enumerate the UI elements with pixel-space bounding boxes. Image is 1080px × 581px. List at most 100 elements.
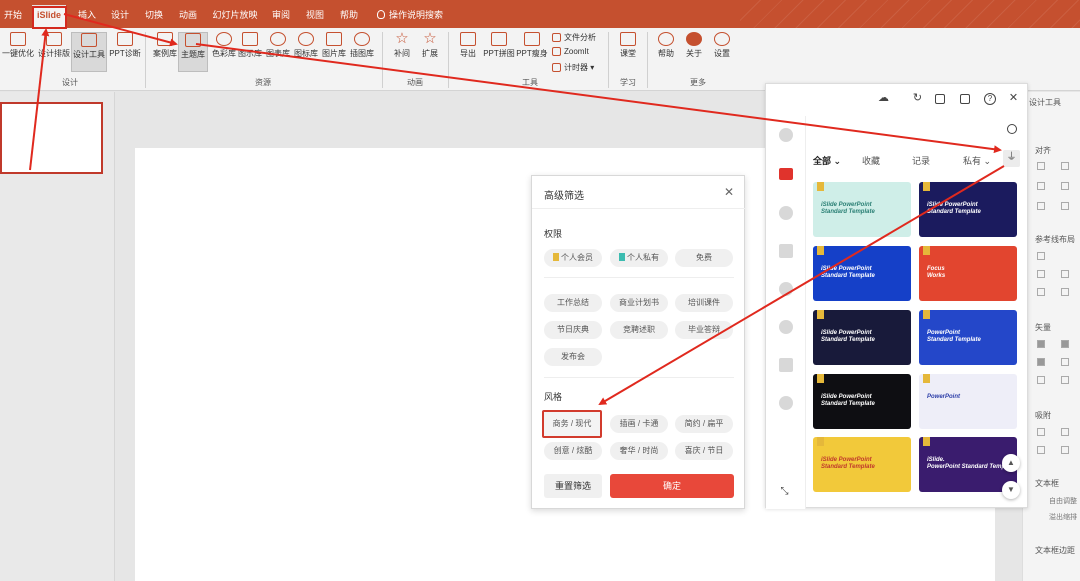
file-analysis-button[interactable]: 文件分析 bbox=[552, 32, 596, 43]
align-top-icon[interactable] bbox=[1037, 182, 1045, 190]
zoomit-button[interactable]: ZoomIt bbox=[552, 47, 589, 56]
nav-chart-icon[interactable] bbox=[779, 282, 793, 296]
distribute-vertical-icon[interactable] bbox=[1061, 202, 1069, 210]
guide-icon[interactable] bbox=[1061, 270, 1069, 278]
theme-card[interactable]: iSlide PowerPoint Standard Template bbox=[813, 182, 911, 237]
chip-free[interactable]: 免费 bbox=[675, 249, 733, 267]
filter-history[interactable]: 记录 bbox=[912, 154, 930, 167]
chip-category[interactable]: 商业计划书 bbox=[610, 294, 668, 312]
ppt-slim-button[interactable]: PPT瘦身 bbox=[514, 32, 550, 72]
tell-me-search[interactable]: 操作说明搜索 bbox=[374, 6, 446, 28]
vector-intersect-icon[interactable] bbox=[1037, 358, 1045, 366]
tab-animations[interactable]: 动画 bbox=[177, 6, 199, 28]
chip-category[interactable]: 节日庆典 bbox=[544, 321, 602, 339]
design-tools-button[interactable]: 设计工具 bbox=[71, 32, 107, 72]
align-middle-icon[interactable] bbox=[1061, 182, 1069, 190]
classroom-button[interactable]: 课堂 bbox=[610, 32, 646, 72]
tab-slideshow[interactable]: 幻灯片放映 bbox=[211, 6, 259, 28]
vector-union-icon[interactable] bbox=[1037, 340, 1045, 348]
vector-subtract-icon[interactable] bbox=[1061, 340, 1069, 348]
one-click-optimize-button[interactable]: 一键优化 bbox=[0, 32, 36, 72]
overflow-option[interactable]: 溢出缩排 bbox=[1049, 512, 1077, 522]
vector-image-icon[interactable] bbox=[1061, 376, 1069, 384]
chip-style-business-modern[interactable]: 商务 / 现代 bbox=[542, 410, 602, 438]
tab-view[interactable]: 视图 bbox=[304, 6, 326, 28]
guide-icon[interactable] bbox=[1037, 270, 1045, 278]
tab-review[interactable]: 审阅 bbox=[270, 6, 292, 28]
filter-favorites[interactable]: 收藏 bbox=[862, 154, 880, 167]
tab-home[interactable]: 开始 bbox=[2, 6, 24, 28]
theme-card[interactable]: iSlide PowerPoint Standard Template bbox=[919, 182, 1017, 237]
chip-category[interactable]: 毕业答辩 bbox=[675, 321, 733, 339]
theme-card[interactable]: PowerPoint Standard Template bbox=[919, 310, 1017, 365]
illustration-library-button[interactable]: 插图库 bbox=[344, 32, 380, 72]
help-icon[interactable]: ? bbox=[984, 93, 996, 105]
align-center-icon[interactable] bbox=[1061, 162, 1069, 170]
nav-icon-library-icon[interactable] bbox=[779, 320, 793, 334]
collapse-icon[interactable]: ⤡ bbox=[779, 486, 790, 497]
tab-transitions[interactable]: 切换 bbox=[143, 6, 165, 28]
chip-style[interactable]: 简约 / 扁平 bbox=[675, 415, 733, 433]
chip-category[interactable]: 竞聘述职 bbox=[610, 321, 668, 339]
theme-card[interactable]: iSlide PowerPoint Standard Template bbox=[813, 374, 911, 429]
grid-icon[interactable] bbox=[935, 94, 945, 104]
autofit-option[interactable]: 自由调整 bbox=[1049, 496, 1077, 506]
tab-insert[interactable]: 插入 bbox=[76, 6, 98, 28]
chip-member[interactable]: 个人会员 bbox=[544, 249, 602, 267]
filter-all[interactable]: 全部 ⌄ bbox=[813, 154, 841, 167]
filter-private[interactable]: 私有 ⌄ bbox=[963, 154, 991, 167]
nav-color-icon[interactable] bbox=[779, 206, 793, 220]
align-left-icon[interactable] bbox=[1037, 162, 1045, 170]
nav-theme-icon[interactable] bbox=[779, 168, 793, 180]
nav-illustration-icon[interactable] bbox=[779, 396, 793, 410]
ppt-diagnosis-button[interactable]: PPT诊断 bbox=[107, 32, 143, 72]
vector-text-icon[interactable] bbox=[1037, 376, 1045, 384]
settings-button[interactable]: 设置 bbox=[704, 32, 740, 72]
extend-button[interactable]: ☆ 扩展 bbox=[412, 31, 448, 72]
tab-islide[interactable]: iSlide bbox=[32, 5, 66, 28]
theme-card[interactable]: Focus Works bbox=[919, 246, 1017, 301]
theme-card[interactable]: PowerPoint bbox=[919, 374, 1017, 429]
chip-category[interactable]: 发布会 bbox=[544, 348, 602, 366]
guide-icon[interactable] bbox=[1061, 288, 1069, 296]
snap-icon[interactable] bbox=[1037, 446, 1045, 454]
window-icon[interactable] bbox=[960, 94, 970, 104]
snap-icon[interactable] bbox=[1061, 446, 1069, 454]
chip-category[interactable]: 工作总结 bbox=[544, 294, 602, 312]
snap-icon[interactable] bbox=[1061, 428, 1069, 436]
layout-button[interactable]: 设计排版 bbox=[36, 32, 72, 72]
distribute-icon[interactable] bbox=[1037, 202, 1045, 210]
guide-icon[interactable] bbox=[1037, 288, 1045, 296]
close-icon[interactable]: ✕ bbox=[1008, 93, 1019, 104]
tab-design[interactable]: 设计 bbox=[109, 6, 131, 28]
tab-help[interactable]: 帮助 bbox=[338, 6, 360, 28]
chip-style[interactable]: 奢华 / 时尚 bbox=[610, 442, 668, 460]
chip-style[interactable]: 插画 / 卡通 bbox=[610, 415, 668, 433]
theme-library-button[interactable]: 主题库 bbox=[178, 32, 208, 72]
timer-button[interactable]: 计时器 ▾ bbox=[552, 62, 594, 73]
nav-diagram-icon[interactable] bbox=[779, 244, 793, 258]
refresh-icon[interactable]: ↻ bbox=[912, 93, 923, 104]
scroll-up-icon[interactable]: ▲ bbox=[1002, 454, 1020, 472]
advanced-filter-button[interactable]: ⏚ bbox=[1003, 150, 1020, 167]
slide-thumbnail[interactable] bbox=[0, 102, 103, 174]
snap-icon[interactable] bbox=[1037, 428, 1045, 436]
nav-case-icon[interactable] bbox=[779, 128, 793, 142]
theme-card[interactable]: iSlide PowerPoint Standard Template bbox=[813, 246, 911, 301]
chip-private[interactable]: 个人私有 bbox=[610, 249, 668, 267]
scroll-down-icon[interactable]: ▼ bbox=[1002, 481, 1020, 499]
chip-style[interactable]: 喜庆 / 节日 bbox=[675, 442, 733, 460]
confirm-button[interactable]: 确定 bbox=[610, 474, 734, 498]
search-icon[interactable] bbox=[1007, 124, 1017, 134]
chip-category[interactable]: 培训课件 bbox=[675, 294, 733, 312]
ppt-puzzle-button[interactable]: PPT拼图 bbox=[481, 32, 517, 72]
vector-split-icon[interactable] bbox=[1061, 358, 1069, 366]
theme-card[interactable]: iSlide PowerPoint Standard Template bbox=[813, 437, 911, 492]
close-icon[interactable]: ✕ bbox=[724, 185, 734, 199]
chip-style[interactable]: 创意 / 炫酷 bbox=[544, 442, 602, 460]
guide-icon[interactable] bbox=[1037, 252, 1045, 260]
reset-filter-button[interactable]: 重置筛选 bbox=[544, 474, 602, 498]
theme-card[interactable]: iSlide PowerPoint Standard Template bbox=[813, 310, 911, 365]
nav-image-icon[interactable] bbox=[779, 358, 793, 372]
cloud-upload-icon[interactable]: ☁ bbox=[878, 93, 889, 104]
